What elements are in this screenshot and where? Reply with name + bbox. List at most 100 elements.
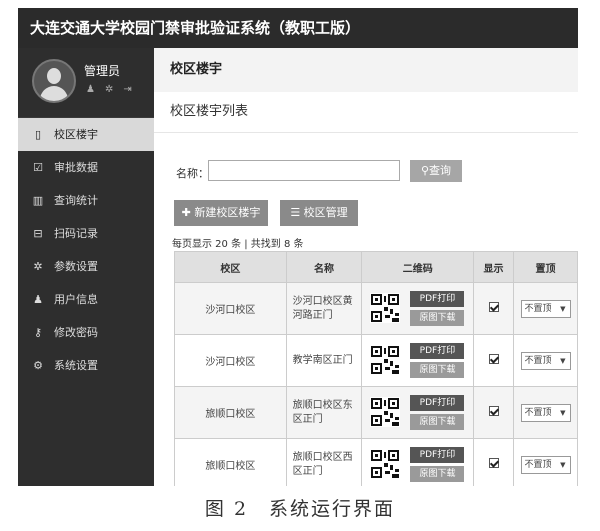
- new-building-button[interactable]: ✚ 新建校区楼宇: [174, 200, 268, 226]
- sidebar-item-label: 扫码记录: [54, 227, 98, 240]
- divider: [154, 132, 578, 133]
- pin-select-value: 不置顶: [524, 355, 552, 366]
- name-line: 河路正门: [292, 309, 333, 321]
- qrcode-cell: PDF打印原图下载: [361, 438, 475, 486]
- name-line: 区正门: [292, 465, 323, 477]
- image-download-button[interactable]: 原图下载: [410, 310, 465, 326]
- pdf-print-button[interactable]: PDF打印: [410, 291, 465, 307]
- campus-manage-label: 校区管理: [303, 206, 348, 219]
- show-cell: [473, 386, 514, 439]
- panel-title: 校区楼宇列表: [170, 104, 249, 119]
- sidebar-item[interactable]: ⚙ 系统设置: [18, 349, 154, 382]
- sidebar-item-label: 系统设置: [54, 359, 98, 372]
- campus-manage-button[interactable]: ☰ 校区管理: [280, 200, 358, 226]
- name-line: 旅顺口校区西: [292, 451, 353, 463]
- sidebar-item-label: 审批数据: [54, 161, 98, 174]
- table-row: 沙河口校区 沙河口校区黄 河路正门 PDF打印 原图下载 不置顶 ▼: [174, 282, 578, 335]
- table-row: 旅顺口校区 旅顺口校区东 区正门 PDF打印 原图下载 不置顶 ▼: [174, 386, 578, 439]
- caret-down-icon: ▼: [560, 304, 566, 313]
- cogs-icon: ⚙: [33, 359, 43, 372]
- user-name: 管理员: [84, 64, 121, 78]
- campus-cell: 沙河口校区: [174, 282, 287, 335]
- name-cell: 旅顺口校区东 区正门: [285, 386, 363, 439]
- building-table: 校区 名称 二维码 显示 置顶 沙河口校区 沙河口校区黄 河路正门 PDF打印 原图下载…: [174, 251, 578, 486]
- qrcode-cell: PDF打印原图下载: [361, 334, 475, 387]
- bar-chart-icon: ▥: [32, 194, 44, 207]
- pin-select-value: 不置顶: [524, 303, 552, 314]
- pin-cell: 不置顶 ▼: [513, 438, 578, 486]
- app-title: 大连交通大学校园门禁审批验证系统（教职工版）: [18, 8, 578, 48]
- pdf-print-button[interactable]: PDF打印: [410, 395, 465, 411]
- result-count: 每页显示 20 条 | 共找到 8 条: [172, 239, 304, 250]
- sidebar: 管理员 ♟✲⇥ ▯ 校区楼宇 ☑ 审批数据 ▥ 查询统计 ⊟ 扫码记录 ✲ 参数设置 ♟ 用户信息 ⚷ 修…: [18, 48, 154, 486]
- show-cell: [473, 438, 514, 486]
- image-download-button[interactable]: 原图下载: [410, 466, 465, 482]
- user-panel: 管理员 ♟✲⇥: [18, 48, 154, 118]
- user-icon[interactable]: ♟: [86, 84, 105, 95]
- show-checkbox[interactable]: [488, 354, 499, 364]
- sidebar-item[interactable]: ✲ 参数设置: [18, 250, 154, 283]
- user-actions: ♟✲⇥: [86, 84, 142, 95]
- caret-down-icon: ▼: [560, 408, 566, 417]
- pin-select[interactable]: 不置顶 ▼: [520, 299, 571, 318]
- table-row: 沙河口校区 教学南区正门 PDF打印原图下载 不置顶 ▼: [174, 334, 578, 387]
- image-download-button[interactable]: 原图下载: [410, 362, 465, 378]
- qrcode-icon: [370, 345, 401, 375]
- sidebar-nav: ▯ 校区楼宇 ☑ 审批数据 ▥ 查询统计 ⊟ 扫码记录 ✲ 参数设置 ♟ 用户信息 ⚷ 修改密码 ⚙ 系统设置: [18, 118, 154, 382]
- pdf-print-button[interactable]: PDF打印: [410, 447, 465, 463]
- pin-select[interactable]: 不置顶 ▼: [520, 351, 571, 370]
- qrcode-cell: PDF打印原图下载: [361, 386, 475, 439]
- name-line: 教学南区正门: [292, 354, 353, 366]
- figure-caption: 图 2 系统运行界面: [204, 498, 396, 520]
- logout-icon[interactable]: ⇥: [123, 84, 141, 95]
- show-cell: [473, 334, 514, 387]
- app-window: 大连交通大学校园门禁审批验证系统（教职工版） 管理员 ♟✲⇥ ▯ 校区楼宇 ☑ 审批数…: [18, 8, 578, 486]
- page-title: 校区楼宇: [154, 48, 578, 92]
- sidebar-item[interactable]: ♟ 用户信息: [18, 283, 154, 316]
- sidebar-item[interactable]: ⚷ 修改密码: [18, 316, 154, 349]
- sidebar-item-label: 修改密码: [54, 326, 98, 339]
- building-icon: ▯: [34, 128, 42, 141]
- cog-icon: ✲: [33, 260, 43, 273]
- search-input[interactable]: [208, 160, 400, 181]
- gear-icon[interactable]: ✲: [105, 84, 123, 95]
- col-show: 显示: [473, 251, 514, 283]
- col-qrcode: 二维码: [361, 251, 475, 283]
- sidebar-item[interactable]: ▥ 查询统计: [18, 184, 154, 217]
- plus-icon: ✚: [181, 206, 195, 219]
- scan-icon: ⊟: [33, 227, 43, 240]
- sidebar-item-label: 查询统计: [54, 194, 98, 207]
- search-label: 名称：: [176, 167, 209, 180]
- campus-cell: 旅顺口校区: [174, 386, 287, 439]
- sidebar-item-label: 用户信息: [54, 293, 98, 306]
- col-name: 名称: [285, 251, 363, 283]
- pin-cell: 不置顶 ▼: [513, 386, 578, 439]
- image-download-button[interactable]: 原图下载: [410, 414, 465, 430]
- qrcode-icon: [370, 449, 401, 479]
- show-checkbox[interactable]: [488, 458, 499, 468]
- new-building-label: 新建校区楼宇: [194, 206, 261, 219]
- checkbox-icon: ☑: [33, 161, 43, 174]
- caret-down-icon: ▼: [560, 460, 566, 469]
- pdf-print-button[interactable]: PDF打印: [410, 343, 465, 359]
- pin-select[interactable]: 不置顶 ▼: [520, 403, 571, 422]
- name-line: 旅顺口校区东: [292, 399, 353, 411]
- pin-select-value: 不置顶: [524, 459, 552, 470]
- name-cell: 教学南区正门: [285, 334, 363, 387]
- qrcode-icon: [370, 397, 401, 427]
- avatar[interactable]: [32, 59, 76, 103]
- sidebar-item[interactable]: ▯ 校区楼宇: [18, 118, 154, 151]
- pin-select[interactable]: 不置顶 ▼: [520, 455, 571, 474]
- pin-cell: 不置顶 ▼: [513, 282, 578, 335]
- show-checkbox[interactable]: [488, 302, 499, 312]
- show-checkbox[interactable]: [488, 406, 499, 416]
- qrcode-cell: PDF打印原图下载: [361, 282, 475, 335]
- qrcode-icon: [370, 293, 401, 323]
- campus-cell: 沙河口校区: [174, 334, 287, 387]
- caret-down-icon: ▼: [560, 356, 566, 365]
- search-button-label: 查询: [429, 164, 452, 177]
- sidebar-item[interactable]: ☑ 审批数据: [18, 151, 154, 184]
- sidebar-item[interactable]: ⊟ 扫码记录: [18, 217, 154, 250]
- search-button[interactable]: ⚲查询: [410, 160, 462, 182]
- table-row: 旅顺口校区 旅顺口校区西 区正门 PDF打印 原图下载 不置顶 ▼: [174, 438, 578, 486]
